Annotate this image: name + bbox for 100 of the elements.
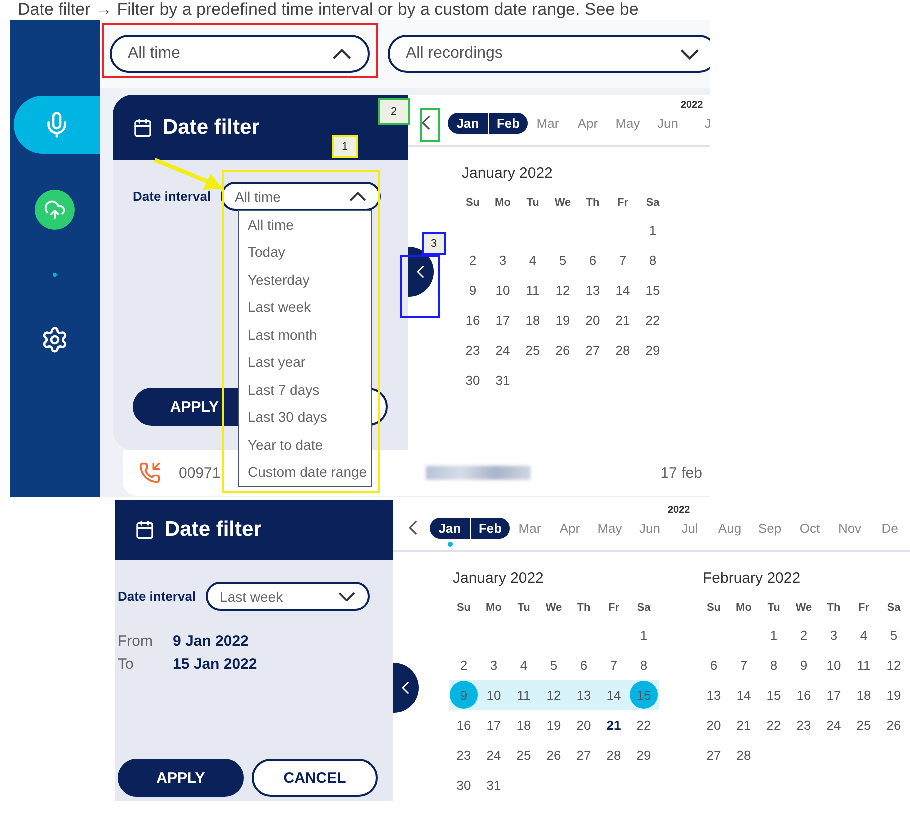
calendar-day[interactable]: 23: [790, 711, 818, 739]
month-tab[interactable]: Feb: [488, 112, 528, 134]
calendar-day[interactable]: 7: [609, 246, 637, 274]
month-tab[interactable]: De: [870, 518, 910, 538]
calendar-day[interactable]: 23: [450, 741, 478, 769]
dropdown-option[interactable]: Last year: [239, 348, 371, 376]
calendar-day[interactable]: 8: [639, 246, 667, 274]
calendar-day[interactable]: 17: [489, 306, 517, 334]
calendar-day[interactable]: 31: [489, 366, 517, 394]
date-interval-dropdown[interactable]: All time: [221, 182, 382, 211]
calendar-day[interactable]: 26: [880, 711, 908, 739]
dropdown-option[interactable]: Custom date range: [239, 458, 371, 486]
month-tab[interactable]: Jan: [448, 112, 488, 134]
calendar-day[interactable]: 30: [450, 771, 478, 799]
calendar-day[interactable]: 25: [519, 336, 547, 364]
month-tab[interactable]: Sep: [750, 518, 790, 538]
calendar-day[interactable]: 31: [480, 771, 508, 799]
month-tab[interactable]: J: [688, 112, 710, 134]
calendar-day[interactable]: 11: [519, 276, 547, 304]
calendar-day[interactable]: 8: [630, 651, 658, 679]
calendar-day[interactable]: 21: [609, 306, 637, 334]
calendar-day[interactable]: 29: [630, 741, 658, 769]
calendar-day[interactable]: 22: [639, 306, 667, 334]
calendar-day[interactable]: 24: [489, 336, 517, 364]
calendar-day[interactable]: 26: [540, 741, 568, 769]
sidebar-item[interactable]: [14, 96, 100, 154]
calendar-day[interactable]: 27: [570, 741, 598, 769]
calendar-day[interactable]: 18: [510, 711, 538, 739]
calendar-day[interactable]: 22: [630, 711, 658, 739]
month-tab[interactable]: Jun: [648, 112, 688, 134]
calendar-day[interactable]: 16: [450, 711, 478, 739]
calendar-day[interactable]: 11: [850, 651, 878, 679]
calendar-day[interactable]: 3: [489, 246, 517, 274]
month-tab[interactable]: Jun: [630, 518, 670, 538]
calendar-day[interactable]: 6: [579, 246, 607, 274]
calendar-day[interactable]: 14: [600, 681, 628, 709]
calendar-day[interactable]: 15: [639, 276, 667, 304]
calendar-day[interactable]: 27: [579, 336, 607, 364]
calendar-day[interactable]: 27: [700, 741, 728, 769]
calendar-day[interactable]: 17: [820, 681, 848, 709]
calendar-day[interactable]: 3: [480, 651, 508, 679]
month-tab[interactable]: Apr: [568, 112, 608, 134]
month-tab[interactable]: Aug: [710, 518, 750, 538]
calendar-day[interactable]: 30: [459, 366, 487, 394]
calendar-day[interactable]: 9: [459, 276, 487, 304]
calendar-day[interactable]: 17: [480, 711, 508, 739]
calendar-day[interactable]: 4: [850, 621, 878, 649]
filter-dropdown[interactable]: All time: [110, 35, 370, 73]
collapse-button[interactable]: [393, 663, 419, 713]
calendar-day[interactable]: 29: [639, 336, 667, 364]
calendar-day[interactable]: 6: [700, 651, 728, 679]
calendar-day[interactable]: 25: [510, 741, 538, 769]
calendar-day[interactable]: 10: [480, 681, 508, 709]
apply-button[interactable]: APPLY: [118, 759, 244, 797]
calendar-day[interactable]: 1: [760, 621, 788, 649]
calendar-day[interactable]: 2: [459, 246, 487, 274]
calendar-day[interactable]: 25: [850, 711, 878, 739]
calendar-day[interactable]: 7: [730, 651, 758, 679]
calendar-day[interactable]: 12: [540, 681, 568, 709]
calendar-day[interactable]: 24: [820, 711, 848, 739]
calendar-day[interactable]: 20: [700, 711, 728, 739]
calendar-day[interactable]: 12: [880, 651, 908, 679]
dropdown-option[interactable]: Last week: [239, 294, 371, 321]
calendar-day[interactable]: 20: [579, 306, 607, 334]
calendar-day[interactable]: 13: [700, 681, 728, 709]
calendar-day[interactable]: 15: [760, 681, 788, 709]
dropdown-option[interactable]: Today: [239, 238, 371, 266]
calendar-day[interactable]: 1: [639, 216, 667, 244]
calendar-day[interactable]: 9: [790, 651, 818, 679]
calendar-day[interactable]: 13: [579, 276, 607, 304]
calendar-day[interactable]: 28: [609, 336, 637, 364]
calendar-day[interactable]: 21: [730, 711, 758, 739]
calendar-day[interactable]: 10: [489, 276, 517, 304]
month-tab[interactable]: Mar: [510, 518, 550, 538]
calendar-day[interactable]: 3: [820, 621, 848, 649]
calendar-day[interactable]: 2: [450, 651, 478, 679]
calendar-day[interactable]: 23: [459, 336, 487, 364]
month-tab[interactable]: Mar: [528, 112, 568, 134]
month-tab[interactable]: May: [608, 112, 648, 134]
calendar-day[interactable]: 4: [510, 651, 538, 679]
cancel-button[interactable]: CANCEL: [252, 759, 378, 797]
calendar-day[interactable]: 7: [600, 651, 628, 679]
calendar-day[interactable]: 18: [850, 681, 878, 709]
calendar-day[interactable]: 20: [570, 711, 598, 739]
calendar-day[interactable]: 4: [519, 246, 547, 274]
calendar-day[interactable]: 13: [570, 681, 598, 709]
calendar-day[interactable]: 5: [880, 621, 908, 649]
filter-dropdown[interactable]: All recordings: [388, 35, 710, 73]
calendar-day[interactable]: 16: [790, 681, 818, 709]
calendar-day[interactable]: 14: [609, 276, 637, 304]
date-interval-dropdown[interactable]: Last week: [206, 582, 370, 611]
calendar-day[interactable]: 28: [600, 741, 628, 769]
month-tab[interactable]: Oct: [790, 518, 830, 538]
month-tab[interactable]: May: [590, 518, 630, 538]
calendar-day[interactable]: 5: [540, 651, 568, 679]
calendar-day[interactable]: 19: [880, 681, 908, 709]
dropdown-option[interactable]: All time: [239, 211, 371, 238]
month-tab[interactable]: Feb: [470, 518, 510, 538]
calendar-day[interactable]: 19: [540, 711, 568, 739]
calendar-day[interactable]: 12: [549, 276, 577, 304]
